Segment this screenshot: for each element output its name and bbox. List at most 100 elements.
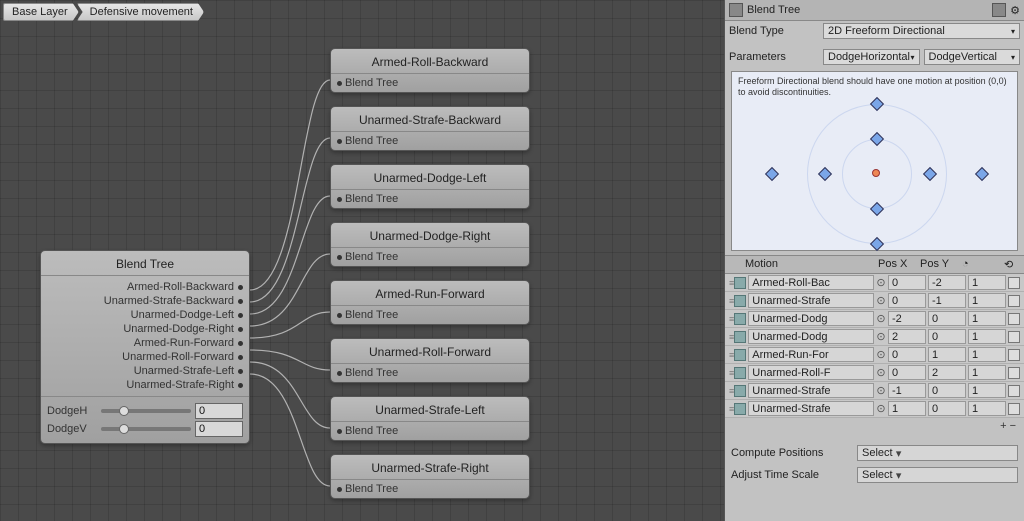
object-picker-icon[interactable]: ⊙ [876,402,886,415]
pos-y-field[interactable]: 0 [928,311,966,326]
blend-current-point[interactable] [872,169,880,177]
timescale-field[interactable]: 1 [968,275,1006,290]
timescale-field[interactable]: 1 [968,329,1006,344]
drag-handle-icon[interactable]: ≡ [729,368,732,378]
timescale-field[interactable]: 1 [968,347,1006,362]
gear-icon[interactable]: ⚙ [1010,4,1020,17]
pos-x-field[interactable]: 1 [888,401,926,416]
slider-track[interactable] [101,427,191,431]
breadcrumb-item[interactable]: Base Layer [3,3,79,21]
drag-handle-icon[interactable]: ≡ [729,314,732,324]
motion-row[interactable]: ≡ Unarmed-Strafe ⊙ -1 0 1 [725,382,1024,400]
mirror-checkbox[interactable] [1008,403,1020,415]
inspector-title: Blend Tree [747,4,988,16]
blend-type-dropdown[interactable]: 2D Freeform Directional [823,23,1020,39]
motion-row[interactable]: ≡ Armed-Run-For ⊙ 0 1 1 [725,346,1024,364]
breadcrumb-item[interactable]: Defensive movement [77,3,204,21]
motion-field[interactable]: Unarmed-Dodg [748,329,874,344]
pos-x-field[interactable]: -1 [888,383,926,398]
motion-row[interactable]: ≡ Armed-Roll-Bac ⊙ 0 -2 1 [725,274,1024,292]
inspector-panel: Blend Tree ⚙ Blend Type 2D Freeform Dire… [724,0,1024,521]
motion-field[interactable]: Unarmed-Strafe [748,293,874,308]
motion-field[interactable]: Armed-Roll-Bac [748,275,874,290]
pos-y-field[interactable]: 2 [928,365,966,380]
object-picker-icon[interactable]: ⊙ [876,294,886,307]
pos-x-field[interactable]: 0 [888,365,926,380]
timescale-field[interactable]: 1 [968,311,1006,326]
slider-value[interactable]: 0 [195,403,243,419]
mirror-checkbox[interactable] [1008,349,1020,361]
mirror-checkbox[interactable] [1008,331,1020,343]
timescale-field[interactable]: 1 [968,383,1006,398]
blend-visualizer[interactable]: Freeform Directional blend should have o… [731,71,1018,251]
slider-thumb[interactable] [119,406,129,416]
drag-handle-icon[interactable]: ≡ [729,404,732,414]
param-y-dropdown[interactable]: DodgeVertical [924,49,1021,65]
object-picker-icon[interactable]: ⊙ [876,312,886,325]
output-port: Unarmed-Dodge-Left [41,308,249,322]
slider-track[interactable] [101,409,191,413]
drag-handle-icon[interactable]: ≡ [729,332,732,342]
parameter-slider[interactable]: DodgeV 0 [47,421,243,437]
motion-row[interactable]: ≡ Unarmed-Dodg ⊙ -2 0 1 [725,310,1024,328]
child-blend-node[interactable]: Armed-Roll-Backward Blend Tree [330,48,530,93]
slider-value[interactable]: 0 [195,421,243,437]
motion-row[interactable]: ≡ Unarmed-Dodg ⊙ 2 0 1 [725,328,1024,346]
pos-x-field[interactable]: -2 [888,311,926,326]
motion-row[interactable]: ≡ Unarmed-Strafe ⊙ 1 0 1 [725,400,1024,418]
blend-tree-node[interactable]: Blend Tree Armed-Roll-Backward Unarmed-S… [40,250,250,444]
drag-handle-icon[interactable]: ≡ [729,386,732,396]
object-picker-icon[interactable]: ⊙ [876,276,886,289]
motion-field[interactable]: Unarmed-Strafe [748,383,874,398]
pos-y-field[interactable]: -2 [928,275,966,290]
timescale-field[interactable]: 1 [968,365,1006,380]
mirror-checkbox[interactable] [1008,277,1020,289]
object-picker-icon[interactable]: ⊙ [876,384,886,397]
child-blend-node[interactable]: Unarmed-Dodge-Left Blend Tree [330,164,530,209]
pos-y-field[interactable]: 0 [928,329,966,344]
pos-x-field[interactable]: 2 [888,329,926,344]
blend-point[interactable] [765,167,779,181]
help-icon[interactable] [992,3,1006,17]
drag-handle-icon[interactable]: ≡ [729,278,732,288]
mirror-checkbox[interactable] [1008,367,1020,379]
parameter-slider[interactable]: DodgeH 0 [47,403,243,419]
motion-field[interactable]: Unarmed-Dodg [748,311,874,326]
motion-field[interactable]: Armed-Run-For [748,347,874,362]
adjust-time-scale-dropdown[interactable]: Select▾ [857,467,1018,483]
mirror-checkbox[interactable] [1008,385,1020,397]
pos-y-field[interactable]: 1 [928,347,966,362]
child-blend-node[interactable]: Unarmed-Dodge-Right Blend Tree [330,222,530,267]
pos-y-field[interactable]: 0 [928,383,966,398]
pos-x-field[interactable]: 0 [888,293,926,308]
pos-y-field[interactable]: 0 [928,401,966,416]
compute-positions-dropdown[interactable]: Select▾ [857,445,1018,461]
output-port: Armed-Run-Forward [41,336,249,350]
child-blend-node[interactable]: Unarmed-Strafe-Backward Blend Tree [330,106,530,151]
child-blend-node[interactable]: Unarmed-Strafe-Right Blend Tree [330,454,530,499]
param-x-dropdown[interactable]: DodgeHorizontal [823,49,920,65]
motion-field[interactable]: Unarmed-Roll-F [748,365,874,380]
motion-field[interactable]: Unarmed-Strafe [748,401,874,416]
child-blend-node[interactable]: Armed-Run-Forward Blend Tree [330,280,530,325]
mirror-checkbox[interactable] [1008,295,1020,307]
child-blend-node[interactable]: Unarmed-Roll-Forward Blend Tree [330,338,530,383]
pos-x-field[interactable]: 0 [888,275,926,290]
object-picker-icon[interactable]: ⊙ [876,330,886,343]
drag-handle-icon[interactable]: ≡ [729,350,732,360]
blend-point[interactable] [975,167,989,181]
slider-thumb[interactable] [119,424,129,434]
child-blend-node[interactable]: Unarmed-Strafe-Left Blend Tree [330,396,530,441]
mirror-checkbox[interactable] [1008,313,1020,325]
timescale-field[interactable]: 1 [968,293,1006,308]
motion-row[interactable]: ≡ Unarmed-Strafe ⊙ 0 -1 1 [725,292,1024,310]
add-remove-buttons[interactable]: + − [725,418,1024,434]
drag-handle-icon[interactable]: ≡ [729,296,732,306]
timescale-field[interactable]: 1 [968,401,1006,416]
motion-row[interactable]: ≡ Unarmed-Roll-F ⊙ 0 2 1 [725,364,1024,382]
pos-y-field[interactable]: -1 [928,293,966,308]
object-picker-icon[interactable]: ⊙ [876,348,886,361]
animator-graph[interactable]: Base Layer Defensive movement Blend Tree… [0,0,724,521]
pos-x-field[interactable]: 0 [888,347,926,362]
object-picker-icon[interactable]: ⊙ [876,366,886,379]
